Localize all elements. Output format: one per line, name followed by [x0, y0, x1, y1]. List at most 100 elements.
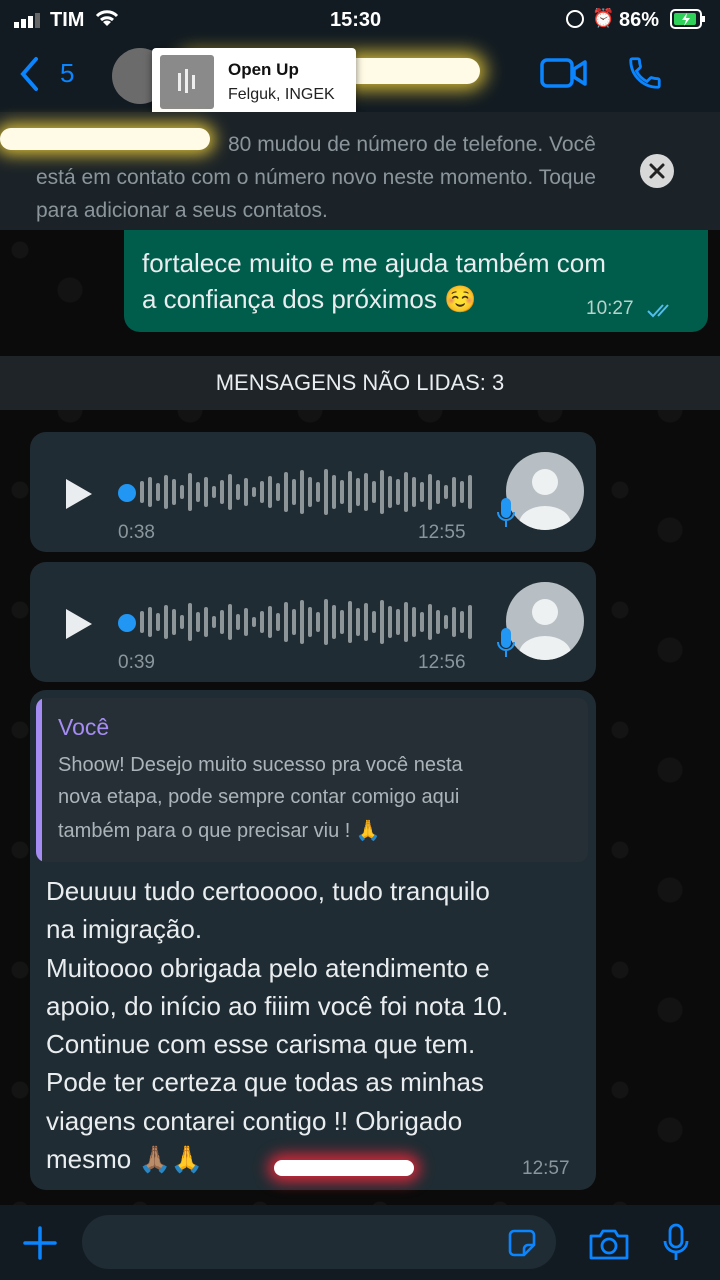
waveform-bar: [276, 483, 280, 501]
waveform-bar: [468, 605, 472, 639]
quoted-message[interactable]: Você Shoow! Desejo muito sucesso pra voc…: [36, 698, 588, 862]
waveform-bar: [204, 477, 208, 507]
waveform-bar: [164, 475, 168, 509]
microphone-icon: [497, 628, 515, 657]
track-artist: Felguk, INGEK: [228, 86, 335, 103]
voice-call-button[interactable]: [626, 54, 664, 97]
waveform-bar: [284, 472, 288, 512]
camera-icon[interactable]: [588, 1227, 630, 1261]
waveform-bar: [428, 474, 432, 510]
waveform-bar: [436, 480, 440, 504]
waveform-bar: [204, 607, 208, 637]
play-button[interactable]: [64, 477, 94, 511]
outgoing-message[interactable]: fortalece muito e me ajuda também com a …: [124, 230, 708, 332]
reply-message[interactable]: Você Shoow! Desejo muito sucesso pra voc…: [30, 690, 596, 1190]
waveform-bar: [156, 613, 160, 631]
waveform-bar: [348, 601, 352, 643]
now-playing-card[interactable]: Open Up Felguk, INGEK: [152, 48, 356, 116]
waveform-bar: [468, 475, 472, 509]
waveform[interactable]: [134, 466, 474, 518]
waveform-bar: [356, 478, 360, 506]
quote-text-line: Shoow! Desejo muito sucesso pra você nes…: [58, 754, 463, 776]
voice-message[interactable]: 0:38 12:55: [30, 432, 596, 552]
waveform-bar: [300, 470, 304, 514]
message-text-line: mesmo 🙏🏽🙏: [46, 1144, 204, 1174]
microphone-record-icon[interactable]: [662, 1223, 690, 1263]
microphone-icon: [497, 498, 515, 527]
waveform-bar: [412, 607, 416, 637]
waveform-bar: [420, 612, 424, 632]
waveform-bar: [444, 615, 448, 629]
close-banner-button[interactable]: [640, 154, 674, 188]
message-time: 12:56: [418, 652, 466, 673]
waveform-bar: [332, 475, 336, 509]
waveform-bar: [196, 612, 200, 632]
waveform-bar: [268, 476, 272, 508]
waveform-bar: [260, 481, 264, 503]
number-changed-banner[interactable]: 80 mudou de número de telefone. Você est…: [0, 112, 720, 230]
unread-count: 5: [60, 58, 75, 88]
quote-author: Você: [58, 714, 110, 740]
waveform-bar: [412, 477, 416, 507]
waveform-bar: [164, 605, 168, 639]
message-text-line: apoio, do início ao fiiim você foi nota …: [46, 991, 509, 1021]
carrier-label: TIM: [50, 9, 85, 31]
chevron-left-icon: [20, 57, 38, 91]
waveform-bar: [292, 609, 296, 635]
waveform-bar: [316, 612, 320, 632]
orientation-lock-icon: [566, 10, 584, 28]
voice-message[interactable]: 0:39 12:56: [30, 562, 596, 682]
waveform-bar: [324, 599, 328, 645]
waveform-bar: [220, 480, 224, 504]
waveform-bar: [356, 608, 360, 636]
waveform[interactable]: [134, 596, 474, 648]
phone-icon: [629, 57, 661, 89]
add-attachment-button[interactable]: [22, 1225, 58, 1261]
waveform-bar: [300, 600, 304, 644]
waveform-bar: [148, 477, 152, 507]
chat-header: 5: [0, 40, 720, 112]
message-time: 10:27: [586, 298, 634, 319]
video-call-button[interactable]: [540, 56, 588, 95]
waveform-bar: [284, 602, 288, 642]
waveform-bar: [380, 600, 384, 644]
alarm-icon: ⏰: [592, 8, 615, 28]
waveform-bar: [188, 603, 192, 641]
close-icon: [649, 163, 665, 179]
waveform-bar: [372, 481, 376, 503]
message-text-line: viagens contarei contigo !! Obrigado: [46, 1106, 463, 1136]
quote-text-line: nova etapa, pode sempre contar comigo aq…: [58, 786, 460, 808]
waveform-bar: [172, 479, 176, 505]
waveform-bar: [292, 479, 296, 505]
waveform-bar: [236, 614, 240, 630]
composer-bar: [0, 1205, 720, 1280]
waveform-bar: [324, 469, 328, 515]
waveform-bar: [388, 476, 392, 508]
waveform-bar: [196, 482, 200, 502]
waveform-bar: [140, 611, 144, 633]
waveform-bar: [244, 608, 248, 636]
signal-icon: [14, 12, 44, 28]
play-button[interactable]: [64, 607, 94, 641]
waveform-bar: [404, 472, 408, 512]
battery-percent: 86%: [619, 9, 660, 31]
waveform-bar: [452, 477, 456, 507]
album-art: [160, 55, 214, 109]
chat-area[interactable]: fortalece muito e me ajuda também com a …: [0, 230, 720, 1205]
message-input[interactable]: [82, 1215, 556, 1269]
voice-duration: 0:38: [118, 522, 155, 543]
waveform-bar: [228, 604, 232, 640]
waveform-bar: [460, 611, 464, 633]
message-time: 12:55: [418, 522, 466, 543]
waveform-bar: [396, 609, 400, 635]
waveform-bar: [388, 606, 392, 638]
battery-icon: [670, 9, 706, 34]
banner-text: 80 mudou de número de telefone. Você est…: [36, 133, 596, 222]
message-text-line: Pode ter certeza que todas as minhas: [46, 1067, 484, 1097]
equalizer-icon: [178, 69, 195, 93]
sticker-icon[interactable]: [506, 1227, 538, 1259]
waveform-bar: [236, 484, 240, 500]
quote-bar: [36, 698, 42, 862]
back-button[interactable]: 5: [18, 54, 88, 94]
sender-avatar: [506, 582, 584, 660]
